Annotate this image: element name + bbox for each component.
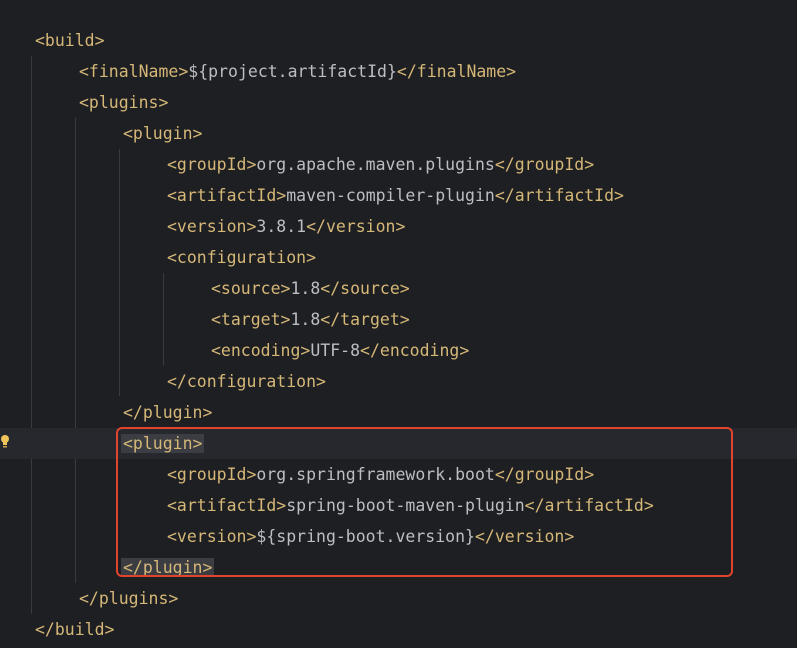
xml-tag: <artifactId> [167,186,287,205]
xml-tag: <plugins> [79,93,169,112]
code-line[interactable]: <artifactId>maven-compiler-plugin</artif… [0,180,797,211]
xml-tag: </build> [35,620,115,639]
xml-tag: </source> [320,279,410,298]
code-line[interactable]: </build> [0,614,797,645]
xml-tag: </finalName> [396,62,517,81]
code-line[interactable]: <configuration> [0,242,797,273]
code-line[interactable]: <plugin> [0,118,797,149]
code-line[interactable]: <encoding>UTF-8</encoding> [0,335,797,366]
code-line[interactable]: </plugin> [0,397,797,428]
xml-tag: </configuration> [167,372,326,391]
intention-bulb-icon[interactable] [0,434,12,450]
xml-tag: <target> [211,310,291,329]
xml-tag: <encoding> [211,341,311,360]
xml-tag: </artifactId> [494,186,624,205]
xml-tag: </groupId> [494,155,595,174]
code-line[interactable]: </configuration> [0,366,797,397]
xml-tag: </encoding> [360,341,470,360]
xml-text: org.apache.maven.plugins [256,155,495,174]
xml-tag: <finalName> [79,62,189,81]
xml-tag: </target> [320,310,410,329]
xml-tag: </plugins> [79,589,179,608]
xml-text: ${project.artifactId} [188,62,397,81]
code-line[interactable]: <groupId>org.apache.maven.plugins</group… [0,149,797,180]
xml-tag: <build> [35,31,105,50]
xml-tag: <version> [167,217,257,236]
code-line[interactable]: </plugins> [0,583,797,614]
xml-tag: <groupId> [167,155,257,174]
xml-text: 3.8.1 [256,217,307,236]
xml-text: maven-compiler-plugin [286,186,495,205]
xml-tag: <configuration> [167,248,317,267]
code-line[interactable]: <version>3.8.1</version> [0,211,797,242]
xml-tag: </plugin> [123,403,213,422]
annotation-highlight-box [116,427,733,577]
code-line[interactable]: <plugins> [0,87,797,118]
xml-text: UTF-8 [310,341,361,360]
code-line[interactable]: <source>1.8</source> [0,273,797,304]
xml-text: 1.8 [290,310,321,329]
xml-tag: </version> [306,217,406,236]
code-line[interactable]: <finalName>${project.artifactId}</finalN… [0,56,797,87]
code-line[interactable]: <build> [0,25,797,56]
xml-tag: <source> [211,279,291,298]
code-editor[interactable]: <build> <finalName>${project.artifactId}… [0,0,797,648]
xml-tag: <plugin> [123,124,203,143]
code-line[interactable]: <target>1.8</target> [0,304,797,335]
xml-text: 1.8 [290,279,321,298]
